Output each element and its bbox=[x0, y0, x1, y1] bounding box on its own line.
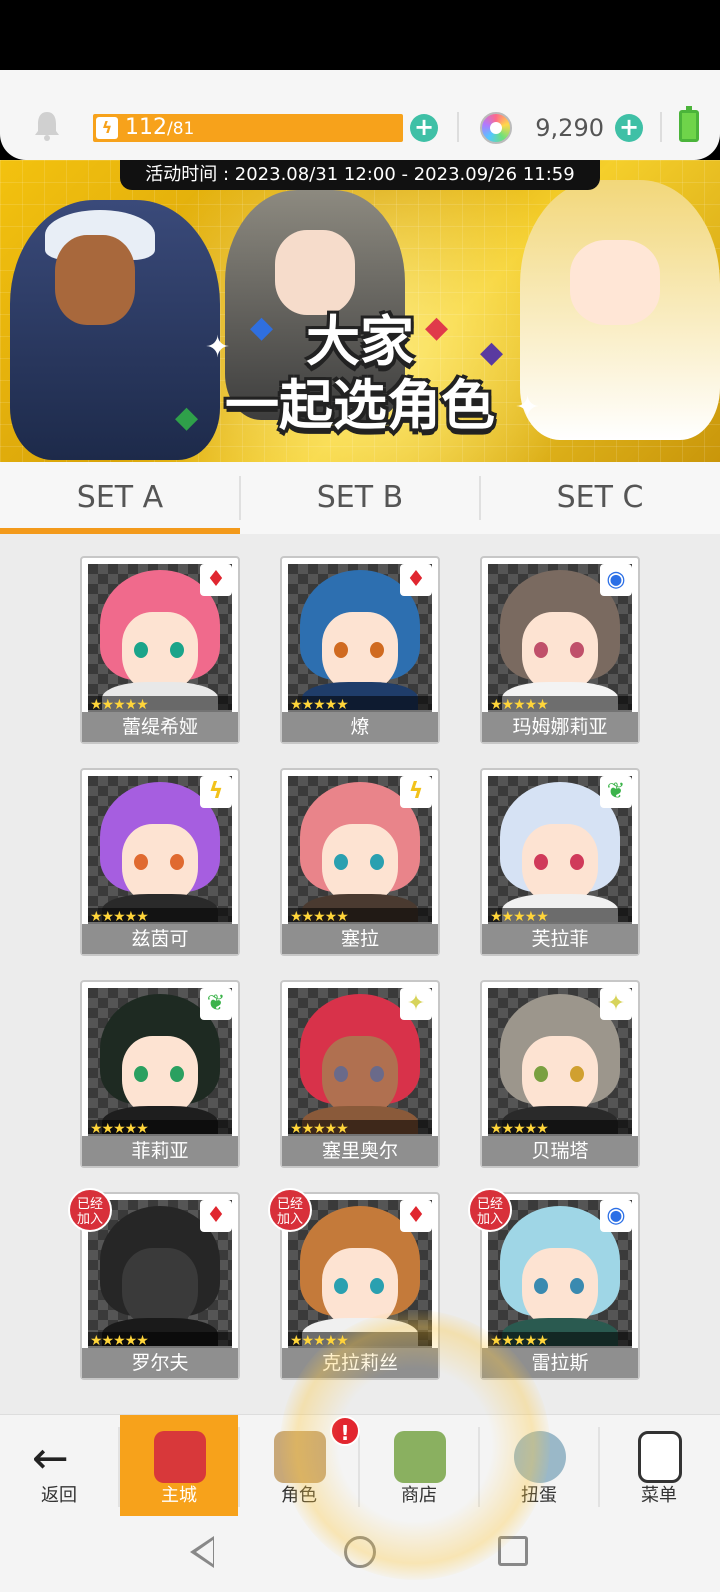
castle-icon bbox=[154, 1431, 206, 1483]
fire-element-icon: ♦ bbox=[200, 564, 232, 596]
wind-element-icon: ❦ bbox=[200, 988, 232, 1020]
nav-town[interactable]: 主城 bbox=[120, 1415, 238, 1517]
character-card[interactable]: ◉ ★★★★★ 玛姆娜莉亚 bbox=[480, 556, 640, 744]
character-card[interactable]: ♦ ★★★★★ 蕾缇希娅 bbox=[80, 556, 240, 744]
banner-character-right bbox=[520, 180, 720, 440]
tab-set-b[interactable]: SET B bbox=[240, 462, 480, 534]
light-element-icon: ✦ bbox=[400, 988, 432, 1020]
character-name: 罗尔夫 bbox=[82, 1348, 238, 1378]
status-bar bbox=[0, 0, 720, 70]
character-grid: ♦ ★★★★★ 蕾缇希娅 ♦ ★★★★★ 燎 ◉ ★★★★★ 玛姆娜莉亚 ϟ ★… bbox=[0, 534, 720, 1414]
tab-set-a[interactable]: SET A bbox=[0, 462, 240, 534]
character-icon bbox=[274, 1431, 326, 1483]
character-name: 塞里奥尔 bbox=[282, 1136, 438, 1166]
thunder-element-icon: ϟ bbox=[400, 776, 432, 808]
system-back-icon[interactable] bbox=[190, 1536, 214, 1568]
nav-shop[interactable]: 商店 bbox=[360, 1415, 478, 1517]
joined-badge: 已经 加入 bbox=[268, 1188, 312, 1232]
character-name: 芙拉菲 bbox=[482, 924, 638, 954]
character-card[interactable]: ♦ ★★★★★ 克拉莉丝 已经 加入 bbox=[268, 1188, 440, 1380]
event-time: 活动时间 : 2023.08/31 12:00 - 2023.09/26 11:… bbox=[120, 160, 600, 190]
bottom-navigation: ← 返回 主城 角色 商店 扭蛋 菜单 bbox=[0, 1414, 720, 1517]
fire-element-icon: ♦ bbox=[400, 1200, 432, 1232]
back-arrow-icon: ← bbox=[32, 1433, 69, 1484]
stamina-bar: ϟ 112/81 bbox=[93, 114, 403, 142]
character-card[interactable]: ϟ ★★★★★ 塞拉 bbox=[280, 768, 440, 956]
character-name: 雷拉斯 bbox=[482, 1348, 638, 1378]
event-banner: 活动时间 : 2023.08/31 12:00 - 2023.09/26 11:… bbox=[0, 160, 720, 462]
character-card[interactable]: ✦ ★★★★★ 贝瑞塔 bbox=[480, 980, 640, 1168]
character-name: 蕾缇希娅 bbox=[82, 712, 238, 742]
character-name: 菲莉亚 bbox=[82, 1136, 238, 1166]
water-element-icon: ◉ bbox=[600, 1200, 632, 1232]
character-card[interactable]: ❦ ★★★★★ 菲莉亚 bbox=[80, 980, 240, 1168]
water-element-icon: ◉ bbox=[600, 564, 632, 596]
nav-menu[interactable]: 菜单 bbox=[600, 1415, 718, 1517]
character-name: 塞拉 bbox=[282, 924, 438, 954]
character-name: 燎 bbox=[282, 712, 438, 742]
stamina-value: 112/81 bbox=[125, 115, 195, 140]
divider bbox=[660, 112, 662, 142]
thunder-element-icon: ϟ bbox=[200, 776, 232, 808]
shop-icon bbox=[394, 1431, 446, 1483]
system-navigation bbox=[0, 1516, 720, 1592]
fire-element-icon: ♦ bbox=[200, 1200, 232, 1232]
divider bbox=[457, 112, 459, 142]
add-stamina-button[interactable]: + bbox=[410, 114, 438, 142]
character-card[interactable]: ϟ ★★★★★ 兹茵可 bbox=[80, 768, 240, 956]
nav-back[interactable]: ← 返回 bbox=[0, 1415, 118, 1517]
character-name: 贝瑞塔 bbox=[482, 1136, 638, 1166]
fire-element-icon: ♦ bbox=[400, 564, 432, 596]
nav-gacha[interactable]: 扭蛋 bbox=[480, 1415, 598, 1517]
character-name: 兹茵可 bbox=[82, 924, 238, 954]
system-recents-icon[interactable] bbox=[498, 1536, 528, 1566]
joined-badge: 已经 加入 bbox=[468, 1188, 512, 1232]
gacha-icon bbox=[514, 1431, 566, 1483]
light-element-icon: ✦ bbox=[600, 988, 632, 1020]
character-card[interactable]: ◉ ★★★★★ 雷拉斯 已经 加入 bbox=[468, 1188, 640, 1380]
character-name: 克拉莉丝 bbox=[282, 1348, 438, 1378]
battery-icon bbox=[679, 106, 699, 142]
wind-element-icon: ❦ bbox=[600, 776, 632, 808]
gem-count: 9,290 bbox=[535, 114, 604, 142]
character-card[interactable]: ✦ ★★★★★ 塞里奥尔 bbox=[280, 980, 440, 1168]
character-card[interactable]: ♦ ★★★★★ 燎 bbox=[280, 556, 440, 744]
bell-icon[interactable] bbox=[30, 108, 64, 142]
banner-title: 大家 一起选角色 bbox=[225, 310, 495, 437]
notification-badge: ! bbox=[330, 1416, 360, 1446]
resource-bar: ϟ 112/81 + 9,290 + bbox=[0, 70, 720, 160]
joined-badge: 已经 加入 bbox=[68, 1188, 112, 1232]
add-gems-button[interactable]: + bbox=[615, 114, 643, 142]
menu-icon bbox=[638, 1431, 682, 1483]
gem-icon bbox=[480, 112, 512, 144]
lightning-icon: ϟ bbox=[96, 117, 118, 139]
system-home-icon[interactable] bbox=[344, 1536, 376, 1568]
character-card[interactable]: ♦ ★★★★★ 罗尔夫 已经 加入 bbox=[68, 1188, 240, 1380]
set-tabs: SET A SET B SET C bbox=[0, 462, 720, 534]
character-name: 玛姆娜莉亚 bbox=[482, 712, 638, 742]
character-card[interactable]: ❦ ★★★★★ 芙拉菲 bbox=[480, 768, 640, 956]
tab-set-c[interactable]: SET C bbox=[480, 462, 720, 534]
